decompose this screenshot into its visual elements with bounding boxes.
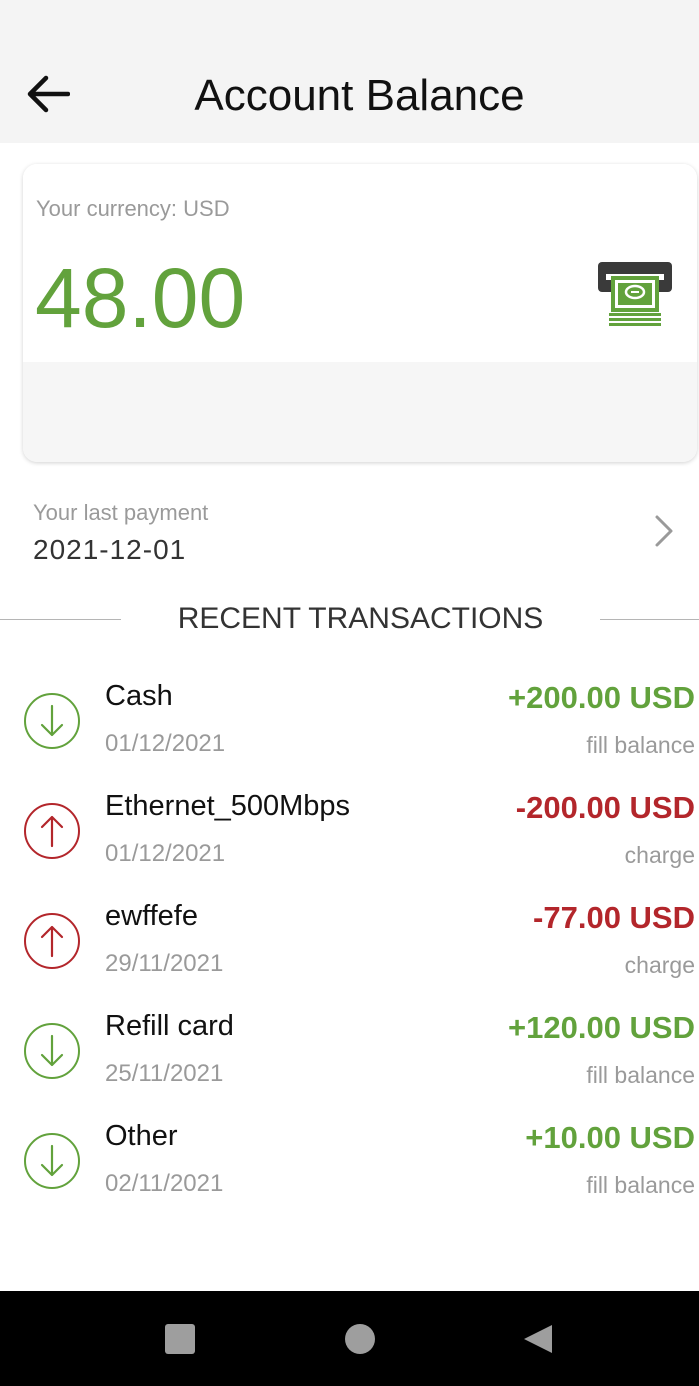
transaction-date: 01/12/2021 [105,840,226,867]
system-navigation-bar [0,1291,699,1386]
transaction-row[interactable]: Refill card 25/11/2021 +120.00 USD fill … [0,1002,699,1112]
transaction-type: fill balance [586,732,695,758]
transaction-amount: +10.00 USD [525,1120,695,1155]
transaction-amount: -77.00 USD [533,900,695,935]
transaction-name: Other [105,1120,178,1152]
transaction-amount: -200.00 USD [515,790,695,825]
balance-amount: 48.00 [35,251,246,345]
transaction-date: 29/11/2021 [105,950,224,977]
chevron-right-icon [655,515,673,547]
currency-label: Your currency: USD [36,196,230,221]
transaction-type: charge [624,842,695,868]
page-title: Account Balance [194,71,525,120]
last-payment-date: 2021-12-01 [33,534,187,565]
transaction-row[interactable]: Cash 01/12/2021 +200.00 USD fill balance [0,672,699,782]
transaction-date: 01/12/2021 [105,730,226,757]
transaction-type: charge [624,952,695,978]
arrow-down-circle-icon [24,693,80,749]
transaction-row[interactable]: ewffefe 29/11/2021 -77.00 USD charge [0,892,699,1002]
transaction-amount: +200.00 USD [508,680,695,715]
account-balance-screen: Account Balance Your currency: USD 48.00… [0,0,699,1386]
divider-right [600,619,699,620]
arrow-up-circle-icon [24,913,80,969]
last-payment-row[interactable]: Your last payment 2021-12-01 [0,490,699,580]
transaction-row[interactable]: Other 02/11/2021 +10.00 USD fill balance [0,1112,699,1222]
transaction-type: fill balance [586,1172,695,1198]
section-title: RECENT TRANSACTIONS [177,602,544,635]
arrow-down-circle-icon [24,1023,80,1079]
transaction-name: Cash [105,680,173,712]
balance-card-bottom [23,362,697,462]
square-icon[interactable] [165,1324,195,1354]
recent-transactions-header: RECENT TRANSACTIONS [0,600,699,640]
triangle-back-icon[interactable] [522,1323,554,1355]
transaction-name: ewffefe [105,900,198,932]
app-header: Account Balance [0,0,699,143]
balance-card: Your currency: USD 48.00 [23,164,697,462]
atm-cash-icon [598,262,672,326]
transaction-date: 25/11/2021 [105,1060,224,1087]
last-payment-label: Your last payment [33,500,209,525]
arrow-up-circle-icon [24,803,80,859]
divider-left [0,619,121,620]
transaction-type: fill balance [586,1062,695,1088]
transaction-date: 02/11/2021 [105,1170,224,1197]
circle-icon[interactable] [345,1324,375,1354]
transaction-name: Refill card [105,1010,234,1042]
transactions-list: Cash 01/12/2021 +200.00 USD fill balance… [0,672,699,1222]
arrow-down-circle-icon [24,1133,80,1189]
transaction-row[interactable]: Ethernet_500Mbps 01/12/2021 -200.00 USD … [0,782,699,892]
transaction-amount: +120.00 USD [508,1010,695,1045]
transaction-name: Ethernet_500Mbps [105,790,351,822]
